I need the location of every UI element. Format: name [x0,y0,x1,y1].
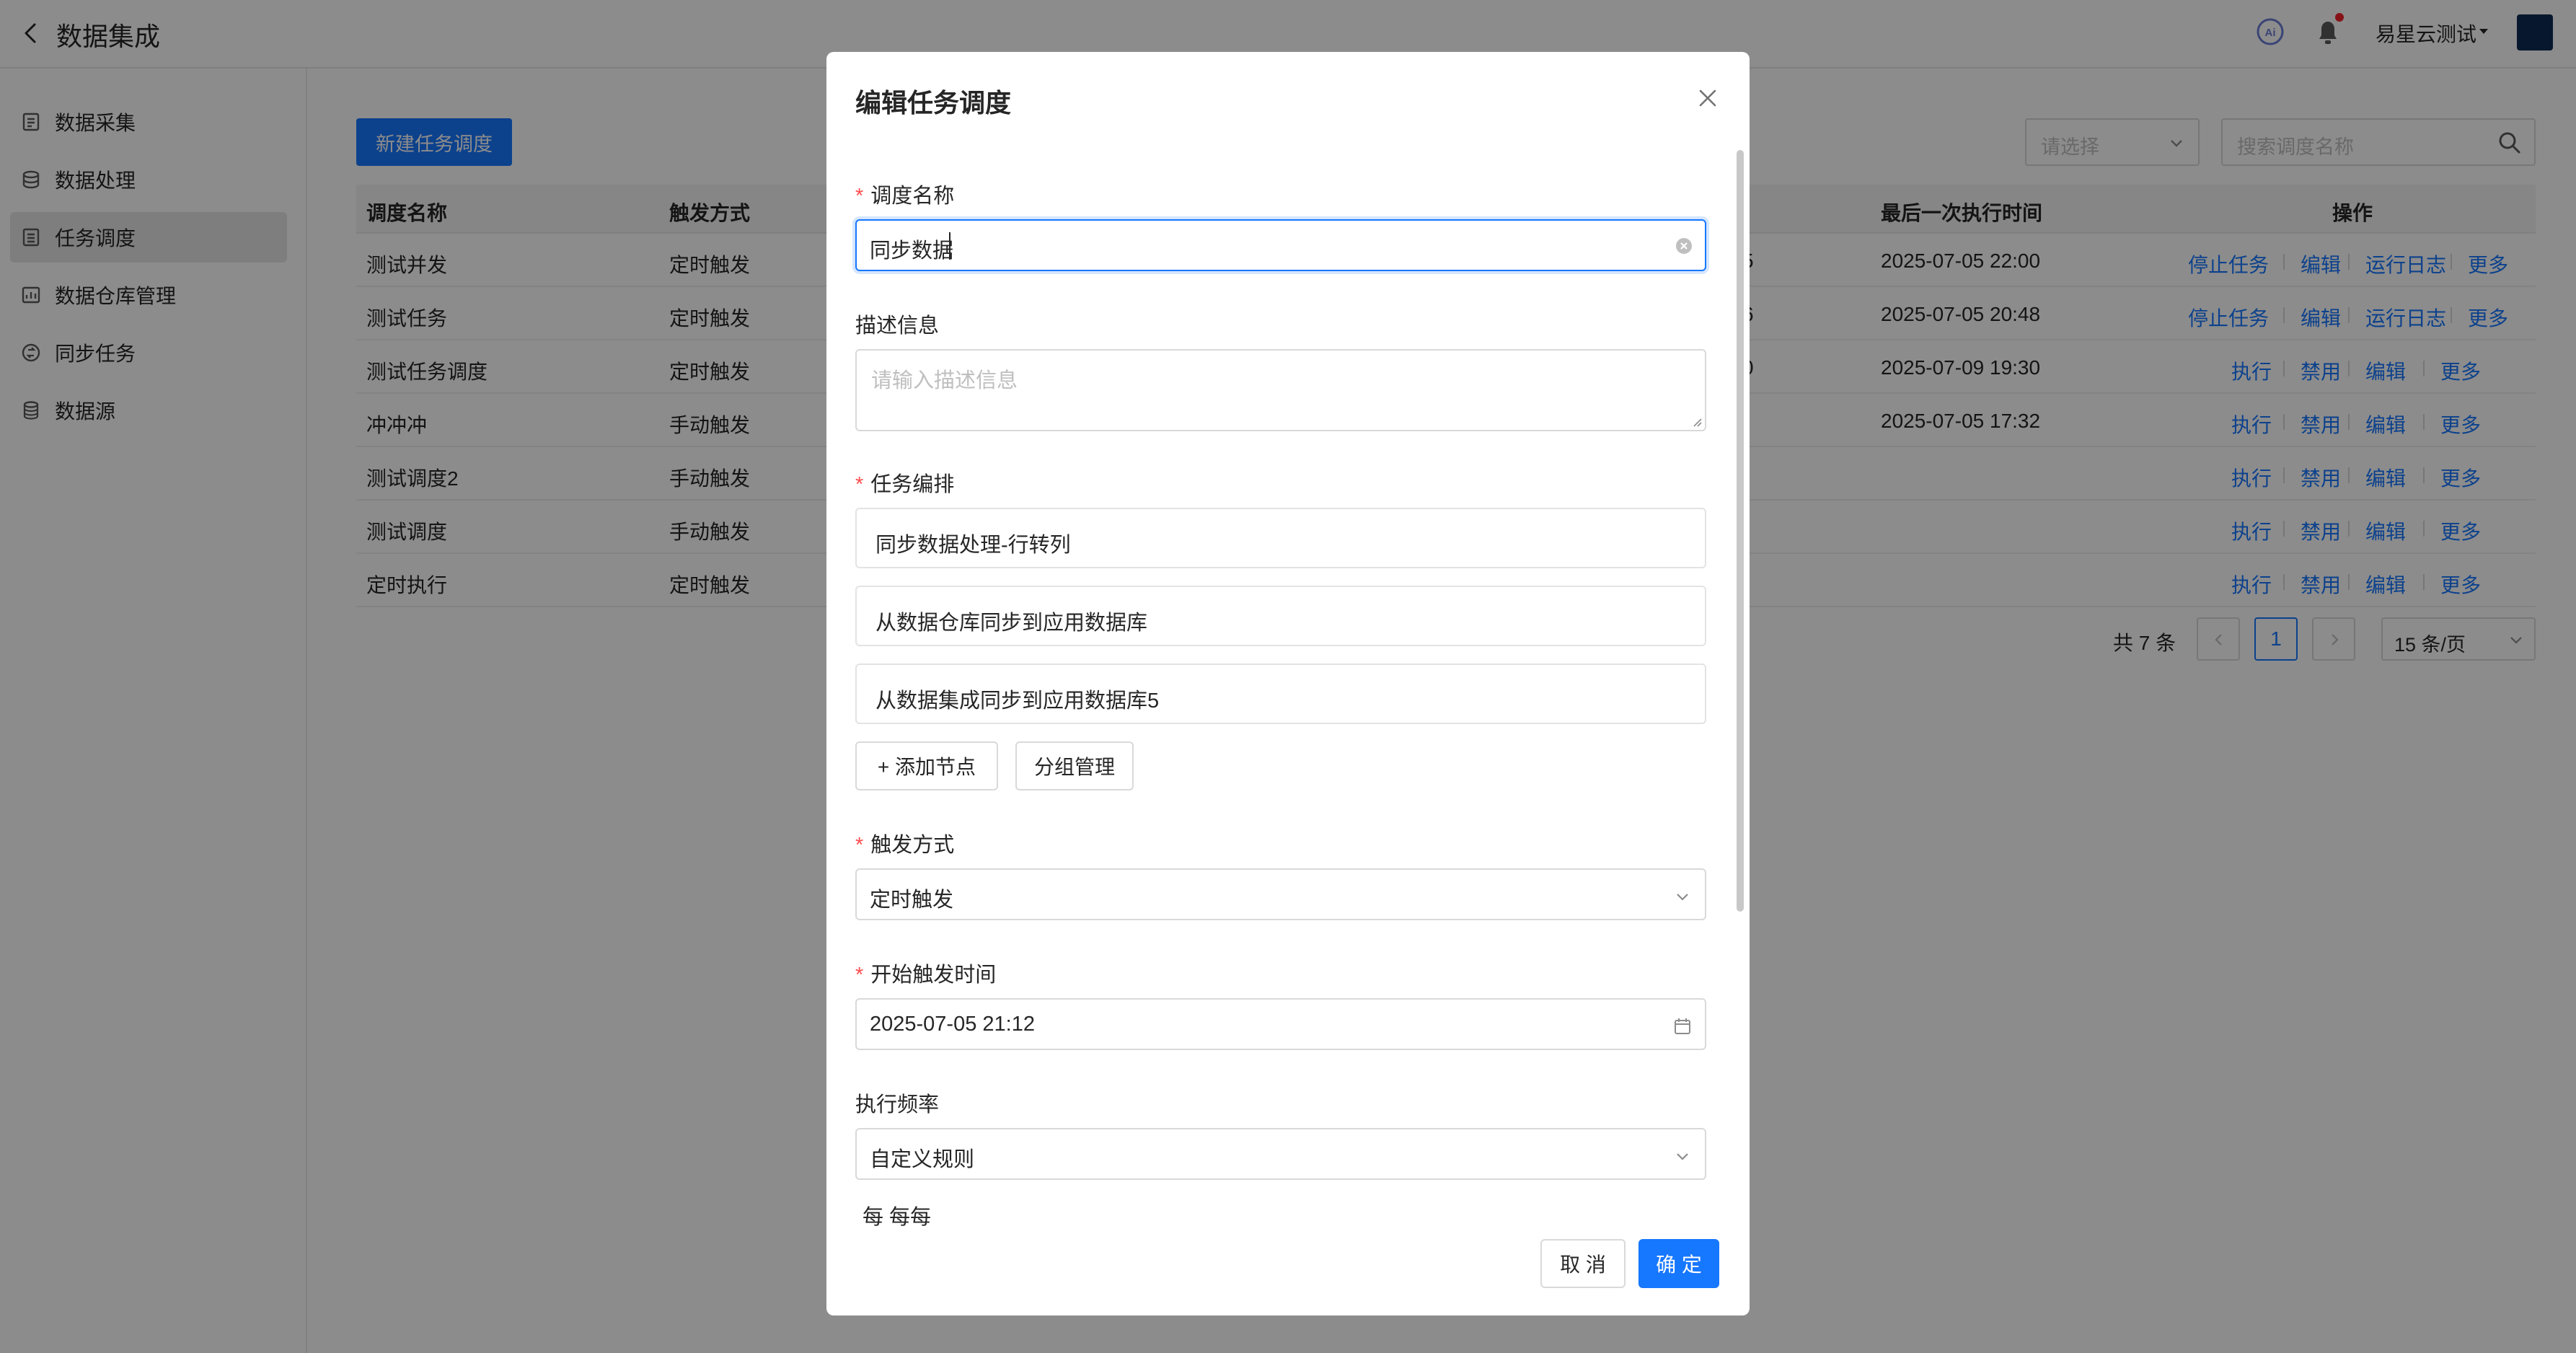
dialog-scrollbar[interactable] [1737,150,1744,912]
chevron-down-icon [1677,894,1688,901]
frequency-value: 自定义规则 [870,1148,975,1171]
dialog-body[interactable]: * 调度名称 同步数据 描述信息 请输入描述信息 * 任务编排 同步数据处理-行转列… [826,146,1750,1256]
close-icon[interactable] [1695,85,1721,111]
task-node-label: 从数据仓库同步到应用数据库 [875,612,1148,635]
trigger-type-value: 定时触发 [870,889,954,912]
edit-schedule-dialog: 编辑任务调度 * 调度名称 同步数据 描述信息 请输入描述信息 * 任务编排 同步数… [826,52,1750,1315]
task-node-item[interactable]: 从数据仓库同步到应用数据库 [855,586,1706,646]
schedule-name-value: 同步数据 [870,239,954,263]
task-node-item[interactable]: 从数据集成同步到应用数据库5 [855,664,1706,724]
cancel-button[interactable]: 取 消 [1540,1239,1626,1288]
start-time-picker[interactable]: 2025-07-05 21:12 [855,998,1706,1050]
confirm-button[interactable]: 确 定 [1638,1239,1719,1288]
dialog-title: 编辑任务调度 [855,88,1012,118]
name-label: * 调度名称 [855,185,955,208]
resize-handle-icon[interactable] [1692,417,1702,427]
description-placeholder: 请输入描述信息 [871,369,1018,392]
start-time-label: * 开始触发时间 [855,964,997,987]
trigger-label: * 触发方式 [855,834,955,857]
add-node-button[interactable]: + 添加节点 [855,741,998,790]
frequency-rule-text: 每 每每 [863,1206,932,1229]
schedule-name-input[interactable]: 同步数据 [855,219,1706,271]
calendar-icon[interactable] [1673,1017,1692,1036]
task-node-label: 同步数据处理-行转列 [875,534,1071,557]
text-cursor [949,232,950,260]
task-node-label: 从数据集成同步到应用数据库5 [875,689,1160,713]
clear-icon[interactable] [1675,237,1693,255]
frequency-select[interactable]: 自定义规则 [855,1128,1706,1180]
group-manage-button[interactable]: 分组管理 [1015,741,1134,790]
start-time-value: 2025-07-05 21:12 [870,1013,1035,1036]
description-textarea[interactable]: 请输入描述信息 [855,349,1706,431]
description-label: 描述信息 [855,314,940,338]
task-node-item[interactable]: 同步数据处理-行转列 [855,508,1706,568]
frequency-label: 执行频率 [855,1093,940,1116]
trigger-type-select[interactable]: 定时触发 [855,868,1706,920]
chevron-down-icon [1677,1153,1688,1160]
tasks-label: * 任务编排 [855,473,955,496]
